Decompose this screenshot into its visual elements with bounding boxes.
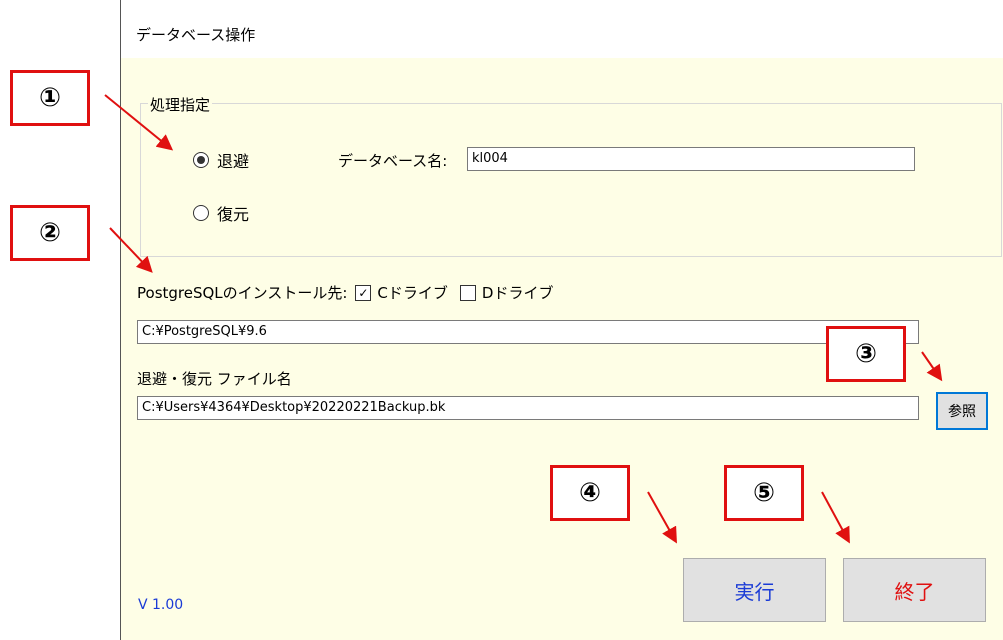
arrow-1 bbox=[104, 94, 174, 151]
arrow-4 bbox=[647, 491, 677, 544]
arrow-5 bbox=[821, 491, 850, 544]
callout-arrows bbox=[104, 94, 943, 544]
arrow-3 bbox=[921, 351, 943, 382]
arrow-2 bbox=[109, 227, 153, 273]
